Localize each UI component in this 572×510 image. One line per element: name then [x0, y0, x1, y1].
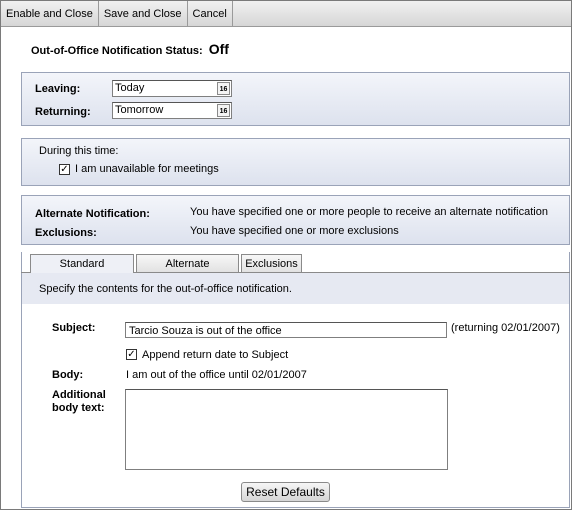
append-return-date-checkbox[interactable]: ✓ [126, 349, 137, 360]
leaving-label: Leaving: [35, 83, 81, 95]
alternate-notification-text: You have specified one or more people to… [190, 206, 548, 218]
subject-return-note: (returning 02/01/2007) [451, 322, 560, 334]
subject-label: Subject: [52, 322, 96, 334]
returning-date-value: Tomorrow [115, 104, 164, 116]
tab-alternate-notification[interactable]: Alternate Notification [136, 254, 239, 288]
unavailable-checkbox[interactable]: ✓ [59, 164, 70, 175]
body-text: I am out of the office until 02/01/2007 [126, 369, 307, 381]
notification-status: Out-of-Office Notification Status: Off [31, 41, 229, 57]
tab-standard-notification[interactable]: Standard Notification [30, 254, 134, 288]
enable-and-close-button[interactable]: Enable and Close [1, 1, 99, 26]
cancel-button[interactable]: Cancel [188, 1, 233, 26]
returning-calendar-icon[interactable]: 16 [217, 104, 230, 117]
dates-panel [21, 72, 570, 126]
toolbar: Enable and Close Save and Close Cancel [1, 1, 571, 27]
leaving-date-value: Today [115, 82, 145, 94]
additional-body-textarea[interactable] [125, 389, 448, 470]
exclusions-text: You have specified one or more exclusion… [190, 225, 399, 237]
save-and-close-button[interactable]: Save and Close [99, 1, 188, 26]
standard-description: Specify the contents for the out-of-offi… [39, 283, 292, 295]
subject-input[interactable]: Tarcio Souza is out of the office [125, 322, 447, 338]
additional-body-label-line1: Additional [52, 389, 106, 401]
during-heading: During this time: [39, 145, 119, 157]
alternate-notification-label: Alternate Notification: [35, 208, 150, 220]
tab-exclusions[interactable]: Exclusions [241, 254, 302, 272]
append-return-date-label: Append return date to Subject [142, 349, 289, 361]
returning-date-field[interactable]: Tomorrow 16 [112, 102, 232, 119]
body-label: Body: [52, 369, 84, 381]
status-value: Off [208, 41, 229, 57]
exclusions-label: Exclusions: [35, 227, 97, 239]
unavailable-label: I am unavailable for meetings [75, 163, 219, 175]
leaving-date-field[interactable]: Today 16 [112, 80, 232, 97]
returning-label: Returning: [35, 106, 91, 118]
leaving-calendar-icon[interactable]: 16 [217, 82, 230, 95]
additional-body-label-line2: body text: [52, 402, 105, 414]
status-label: Out-of-Office Notification Status: [31, 45, 203, 57]
summary-panel [21, 195, 570, 245]
reset-defaults-button[interactable]: Reset Defaults [241, 482, 330, 502]
